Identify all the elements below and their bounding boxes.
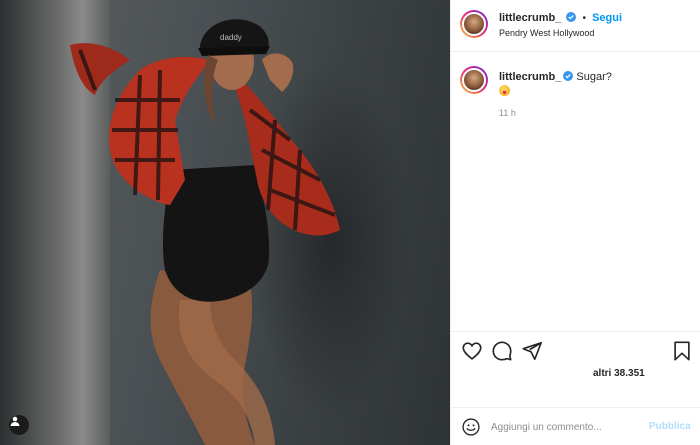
bookmark-icon[interactable] [671, 340, 693, 362]
verified-badge-icon [563, 71, 574, 81]
emoji-picker-icon[interactable] [461, 417, 481, 437]
comment-input[interactable] [491, 418, 641, 436]
post-header: littlecrumb_ • Segui Pendry West Hollywo… [451, 0, 700, 52]
svg-text:daddy: daddy [220, 33, 242, 42]
action-bar [451, 331, 700, 371]
tagged-users-button[interactable] [9, 415, 29, 435]
separator-dot: • [582, 13, 586, 24]
likes-count[interactable]: altri 38.351 [593, 368, 645, 379]
tongue-out-emoji-icon [499, 85, 510, 96]
caption-text-block: littlecrumb_ Sugar? [499, 70, 689, 100]
add-comment-bar: Pubblica [451, 407, 700, 445]
author-avatar[interactable] [460, 10, 488, 38]
caption-avatar[interactable] [460, 66, 488, 94]
author-username[interactable]: littlecrumb_ [499, 12, 561, 24]
post-sidebar: littlecrumb_ • Segui Pendry West Hollywo… [450, 0, 700, 445]
heart-icon[interactable] [461, 340, 483, 362]
comment-icon[interactable] [491, 340, 513, 362]
author-row: littlecrumb_ • Segui [499, 12, 622, 24]
caption-username[interactable]: littlecrumb_ [499, 71, 561, 83]
caption-text: Sugar? [576, 71, 612, 83]
verified-badge-icon [566, 12, 577, 22]
follow-button[interactable]: Segui [592, 12, 622, 24]
user-icon [10, 416, 20, 426]
publish-button[interactable]: Pubblica [649, 421, 691, 432]
send-icon[interactable] [521, 340, 543, 362]
photo-figure: daddy [70, 19, 340, 445]
post-timestamp[interactable]: 11 h [499, 108, 516, 118]
post-photo[interactable]: daddy [0, 0, 450, 445]
post-location[interactable]: Pendry West Hollywood [499, 28, 594, 38]
